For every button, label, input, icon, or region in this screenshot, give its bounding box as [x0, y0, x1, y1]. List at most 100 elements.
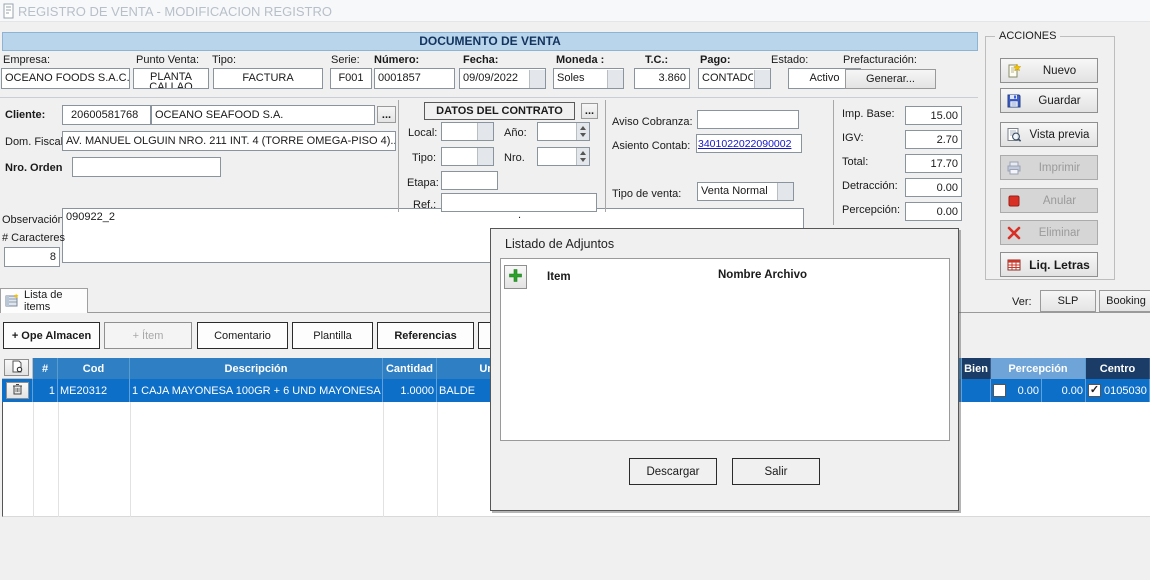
row-cell-percepcion-2[interactable]: 0.00: [1042, 379, 1086, 402]
column-header-percepcion[interactable]: Percepción: [991, 358, 1086, 379]
prefacturacion-label: Prefacturación:: [843, 54, 917, 66]
contrato-browse-button[interactable]: ...: [581, 103, 598, 119]
contrato-title: DATOS DEL CONTRATO: [424, 102, 575, 120]
acciones-title: ACCIONES: [995, 30, 1060, 42]
anular-button[interactable]: Anular: [1000, 188, 1098, 213]
tc-field[interactable]: 3.860: [634, 68, 690, 89]
asiento-contab-link[interactable]: 3401022022090002: [698, 138, 791, 150]
add-item-button[interactable]: + Ítem: [104, 322, 192, 349]
nro-orden-field[interactable]: [72, 157, 221, 177]
column-header-centro[interactable]: Centro: [1086, 358, 1150, 379]
letters-grid-icon: [1006, 257, 1022, 273]
chevron-down-icon[interactable]: [529, 70, 545, 88]
column-header-num[interactable]: #: [33, 358, 58, 379]
detraccion-field[interactable]: 0.00: [905, 178, 962, 197]
percepcion-field[interactable]: 0.00: [905, 202, 962, 221]
numero-label: Número:: [374, 54, 419, 66]
tipo-venta-combobox[interactable]: Venta Normal: [697, 182, 794, 201]
nuevo-button[interactable]: Nuevo: [1000, 58, 1098, 83]
row-cell-bien[interactable]: [962, 379, 991, 402]
nro-spinner[interactable]: [537, 147, 590, 166]
generar-button[interactable]: Generar...: [845, 69, 936, 89]
imprimir-button[interactable]: Imprimir: [1000, 155, 1098, 180]
contrato-tipo-combobox[interactable]: [441, 147, 494, 166]
eliminar-button[interactable]: Eliminar: [1000, 220, 1098, 245]
punto-venta-field[interactable]: PLANTA CALLAO: [133, 68, 209, 89]
column-header-cantidad[interactable]: Cantidad: [383, 358, 437, 379]
ver-booking-button[interactable]: Booking: [1099, 290, 1150, 312]
moneda-combobox[interactable]: Soles: [553, 68, 624, 89]
new-row-button[interactable]: [4, 359, 29, 376]
cliente-browse-button[interactable]: ...: [377, 106, 396, 123]
guardar-button[interactable]: Guardar: [1000, 88, 1098, 113]
listado-adjuntos-dialog: Listado de Adjuntos Item Nombre Archivo …: [490, 228, 959, 511]
referencias-button[interactable]: Referencias: [377, 322, 474, 349]
estado-label: Estado:: [771, 54, 808, 66]
bien-checkbox[interactable]: [993, 384, 1006, 397]
ano-spinner[interactable]: [537, 122, 590, 141]
spinner-arrows-icon[interactable]: [576, 123, 589, 140]
chevron-down-icon[interactable]: [777, 183, 793, 200]
tipo-field[interactable]: FACTURA: [213, 68, 323, 89]
ver-slp-button[interactable]: SLP: [1040, 290, 1096, 312]
adjuntos-list[interactable]: Item Nombre Archivo: [500, 258, 950, 441]
comentario-button[interactable]: Comentario: [197, 322, 288, 349]
vista-previa-button[interactable]: Vista previa: [1000, 122, 1098, 147]
empresa-label: Empresa:: [3, 54, 50, 66]
ano-label: Año:: [504, 127, 527, 139]
caracteres-label: # Caracteres: [2, 232, 65, 244]
spinner-arrows-icon[interactable]: [576, 148, 589, 165]
document-banner: DOCUMENTO DE VENTA: [2, 32, 978, 51]
dom-fiscal-label: Dom. Fiscal:: [5, 136, 66, 148]
cliente-ruc-field[interactable]: 20600581768: [62, 105, 151, 125]
local-label: Local:: [408, 127, 437, 139]
serie-field[interactable]: F001: [330, 68, 372, 89]
fecha-combobox[interactable]: 09/09/2022: [459, 68, 546, 89]
ref-field[interactable]: [441, 193, 597, 212]
dialog-title: Listado de Adjuntos: [505, 237, 614, 251]
salir-button[interactable]: Salir: [732, 458, 820, 485]
total-field[interactable]: 17.70: [905, 154, 962, 173]
pago-combobox[interactable]: CONTADO: [698, 68, 771, 89]
row-selector-cell[interactable]: [2, 379, 33, 402]
dom-fiscal-field[interactable]: AV. MANUEL OLGUIN NRO. 211 INT. 4 (TORRE…: [62, 131, 396, 151]
chevron-down-icon[interactable]: [477, 123, 493, 140]
imp-base-field[interactable]: 15.00: [905, 106, 962, 125]
grid-column-line: [130, 402, 131, 517]
cliente-nombre-field[interactable]: OCEANO SEAFOOD S.A.: [151, 105, 375, 125]
grid-column-line: [33, 402, 34, 517]
nro-orden-label: Nro. Orden: [5, 162, 62, 174]
aviso-cobranza-field[interactable]: [697, 110, 799, 129]
delete-row-button[interactable]: [6, 382, 29, 399]
tab-lista-de-items[interactable]: Lista de items: [0, 288, 88, 313]
row-cell-centro[interactable]: ✓ 0105030: [1086, 379, 1150, 402]
row-cell-descripcion[interactable]: 1 CAJA MAYONESA 100GR + 6 UND MAYONESA 1: [130, 379, 383, 402]
plantilla-button[interactable]: Plantilla: [292, 322, 373, 349]
row-cell-num[interactable]: 1: [33, 379, 58, 402]
row-cell-percepcion-1[interactable]: 0.00: [991, 379, 1042, 402]
liq-letras-button[interactable]: Liq. Letras: [1000, 252, 1098, 277]
column-header-cod[interactable]: Cod: [58, 358, 130, 379]
ope-almacen-button[interactable]: + Ope Almacen: [3, 322, 100, 349]
etapa-field[interactable]: [441, 171, 498, 190]
local-combobox[interactable]: [441, 122, 494, 141]
cliente-label: Cliente:: [5, 109, 45, 121]
add-adjunto-button[interactable]: [504, 265, 527, 289]
empresa-field[interactable]: OCEANO FOODS S.A.C.: [1, 68, 130, 89]
chevron-down-icon[interactable]: [477, 148, 493, 165]
grid-column-line: [383, 402, 384, 517]
new-row-icon: [11, 360, 23, 376]
centro-checkbox[interactable]: ✓: [1088, 384, 1101, 397]
descargar-button[interactable]: Descargar: [629, 458, 717, 485]
total-label: Total:: [842, 156, 868, 168]
igv-field[interactable]: 2.70: [905, 130, 962, 149]
row-cell-cantidad[interactable]: 1.0000: [383, 379, 437, 402]
numero-field[interactable]: 0001857: [374, 68, 455, 89]
row-cell-cod[interactable]: ME20312: [58, 379, 130, 402]
caracteres-field: 8: [4, 247, 60, 267]
chevron-down-icon[interactable]: [607, 70, 623, 88]
imp-base-label: Imp. Base:: [842, 108, 895, 120]
chevron-down-icon[interactable]: [754, 70, 770, 88]
column-header-bien[interactable]: Bien: [962, 358, 991, 379]
column-header-descripcion[interactable]: Descripción: [130, 358, 383, 379]
